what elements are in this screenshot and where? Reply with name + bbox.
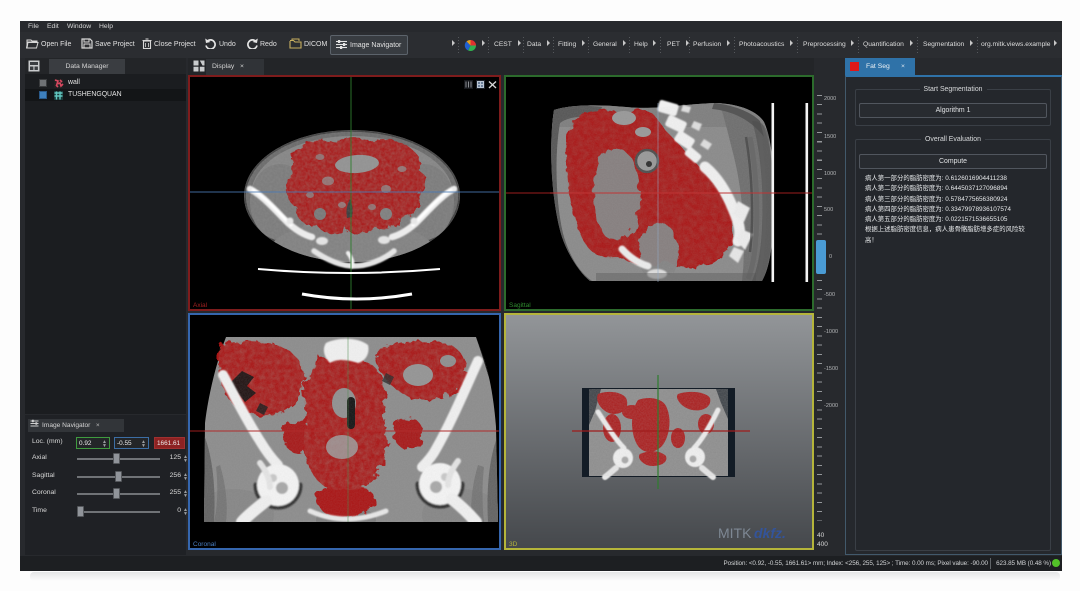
svg-text:dkfz.: dkfz. bbox=[754, 525, 786, 541]
svg-text:MITK: MITK bbox=[718, 525, 752, 541]
